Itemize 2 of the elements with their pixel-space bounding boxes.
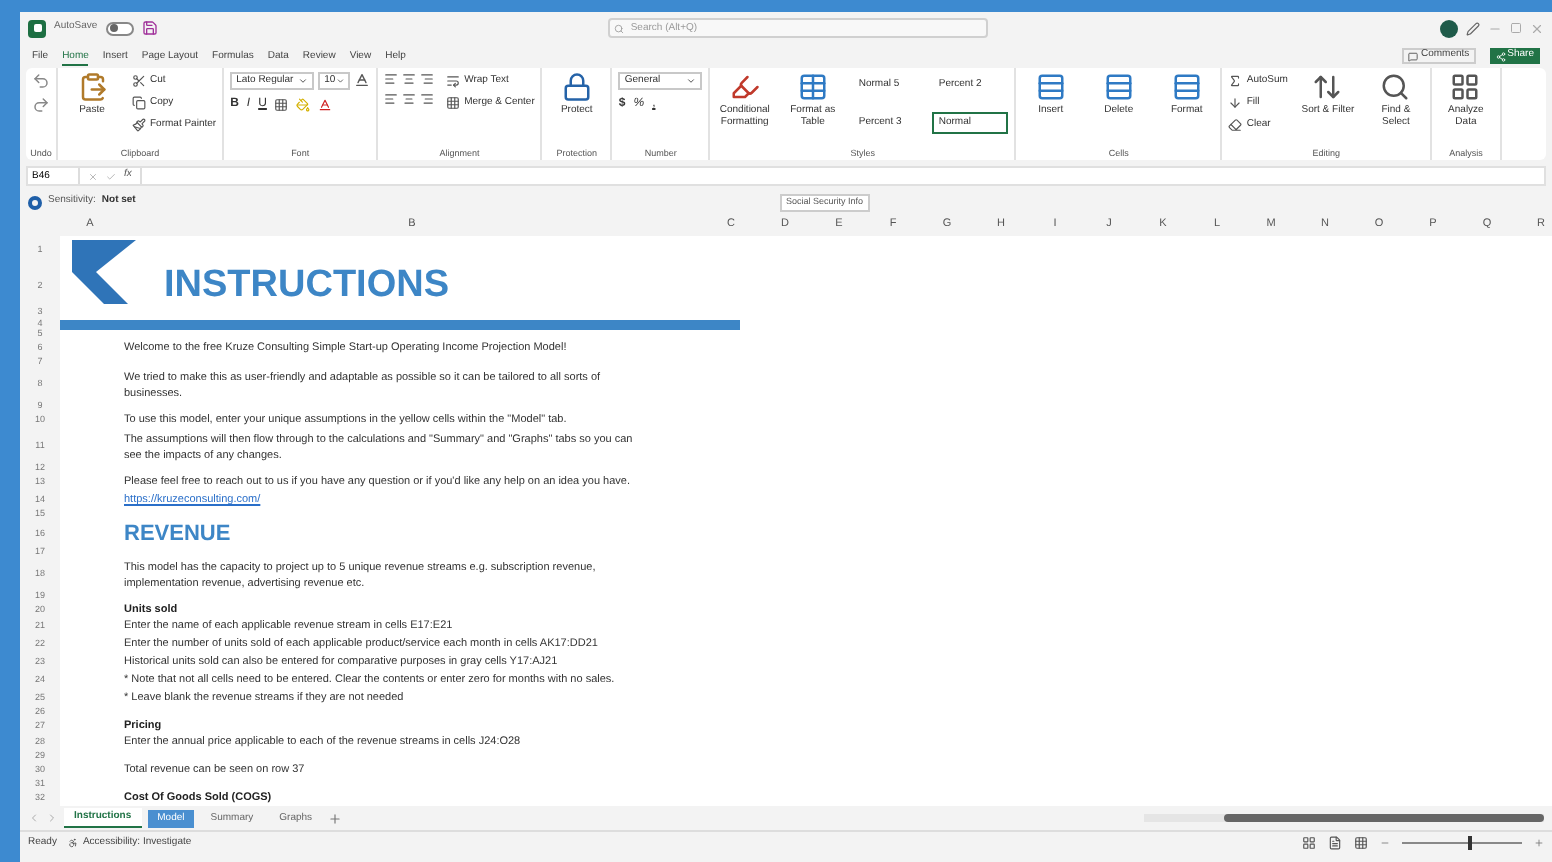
section-heading: REVENUE (124, 520, 231, 548)
sheet-title: INSTRUCTIONS (164, 264, 449, 308)
